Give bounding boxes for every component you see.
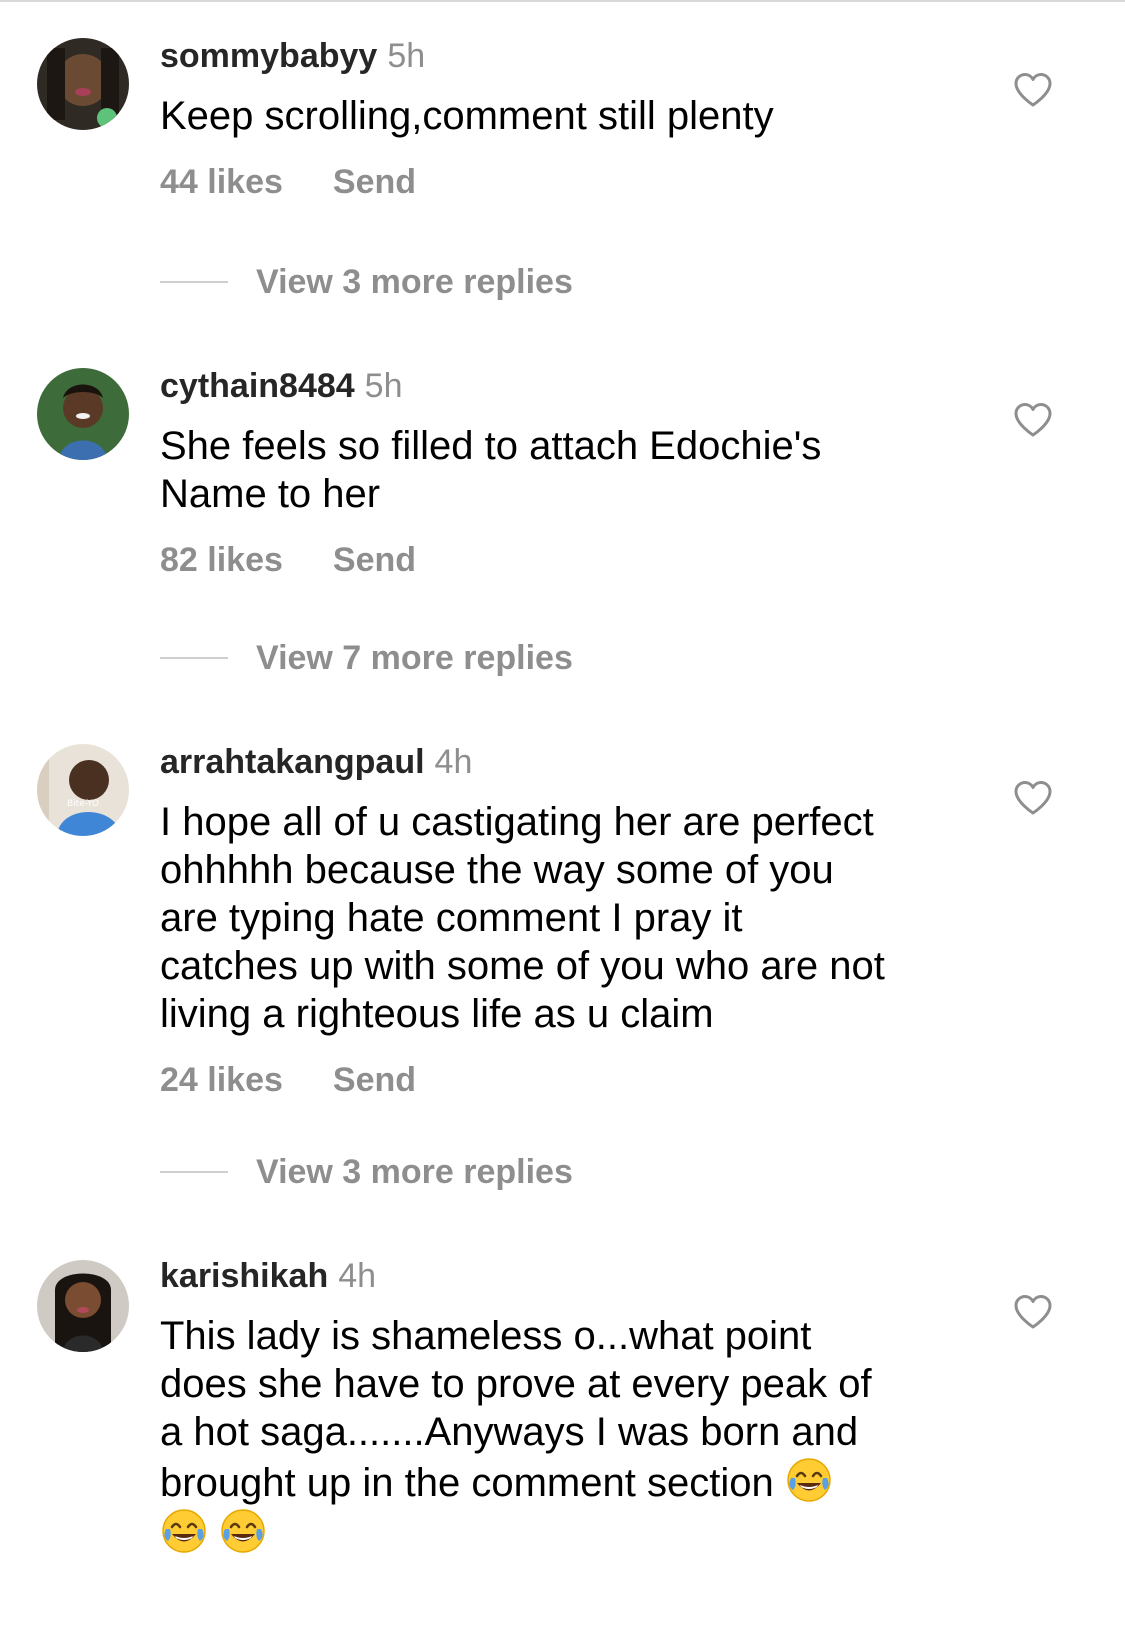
face-with-tears-of-joy-icon [219,1507,267,1555]
avatar[interactable] [37,38,129,130]
replies-divider [160,657,228,659]
avatar[interactable] [37,1260,129,1352]
face-with-tears-of-joy-icon [160,1507,208,1555]
comment-text: She feels so filled to attach Edochie's … [160,424,822,516]
view-replies-button[interactable]: View 3 more replies [160,1152,573,1192]
timestamp: 5h [364,367,403,405]
comment-meta: karishikah 4h [160,1256,960,1296]
send-button[interactable]: Send [333,541,416,579]
username[interactable]: sommybabyy [160,37,377,75]
comment-actions: 44 likes Send [160,162,960,202]
view-replies-label: View 3 more replies [256,1152,573,1191]
timestamp: 4h [434,743,473,781]
avatar[interactable] [37,368,129,460]
view-replies-label: View 3 more replies [256,262,573,301]
comment-meta: sommybabyy 5h [160,36,960,76]
comment-text: I hope all of u castigating her are perf… [160,800,885,1036]
comment-actions: 82 likes Send [160,540,960,580]
username[interactable]: arrahtakangpaul [160,743,425,781]
replies-divider [160,1171,228,1173]
replies-divider [160,281,228,283]
svg-text:Bite-YO: Bite-YO [67,799,99,809]
timestamp: 4h [338,1257,377,1295]
likes-count[interactable]: 24 likes [160,1061,283,1099]
heart-outline-icon[interactable] [1013,780,1053,816]
view-replies-button[interactable]: View 3 more replies [160,262,573,302]
username[interactable]: karishikah [160,1257,328,1295]
comment-meta: cythain8484 5h [160,366,960,406]
comment-text-body: This lady is shameless o...what point do… [160,1314,872,1505]
avatar[interactable]: Bite-YO [37,744,129,836]
username[interactable]: cythain8484 [160,367,355,405]
view-replies-button[interactable]: View 7 more replies [160,638,573,678]
comment-actions: 24 likes Send [160,1060,960,1100]
send-button[interactable]: Send [333,1061,416,1099]
top-divider [0,0,1125,2]
heart-outline-icon[interactable] [1013,402,1053,438]
view-replies-label: View 7 more replies [256,638,573,677]
likes-count[interactable]: 44 likes [160,163,283,201]
comment-meta: arrahtakangpaul 4h [160,742,960,782]
heart-outline-icon[interactable] [1013,72,1053,108]
timestamp: 5h [387,37,426,75]
face-with-tears-of-joy-icon [785,1456,833,1504]
send-button[interactable]: Send [333,163,416,201]
likes-count[interactable]: 82 likes [160,541,283,579]
comment-text: This lady is shameless o...what point do… [160,1312,960,1558]
heart-outline-icon[interactable] [1013,1294,1053,1330]
comment-text: Keep scrolling,comment still plenty [160,94,774,138]
